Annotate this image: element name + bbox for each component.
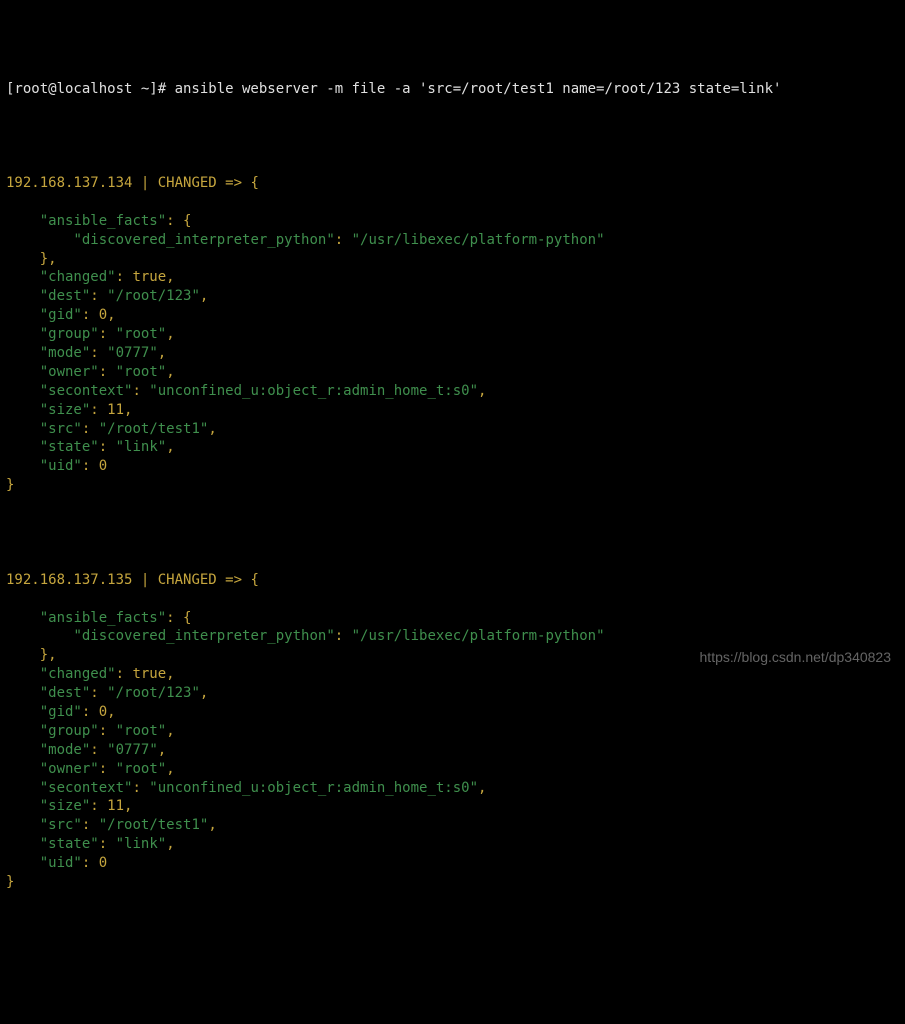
dest-val: /root/123 (116, 288, 192, 304)
interp-key: "discovered_interpreter_python" (73, 628, 334, 644)
host-result-2: 192.168.137.135 | CHANGED => { "ansible_… (6, 552, 899, 892)
host-header: 192.168.137.134 | CHANGED => { (6, 175, 259, 191)
host-result-1: 192.168.137.134 | CHANGED => { "ansible_… (6, 155, 899, 495)
interp-val: "/usr/libexec/platform-python" (352, 628, 605, 644)
gid-val: 0 (99, 307, 107, 323)
mode-val: 0777 (116, 345, 150, 361)
size-val: 11 (107, 798, 124, 814)
group-val: root (124, 723, 158, 739)
state-val: link (124, 836, 158, 852)
host-header: 192.168.137.135 | CHANGED => { (6, 572, 259, 588)
interp-val: "/usr/libexec/platform-python" (352, 232, 605, 248)
group-val: root (124, 326, 158, 342)
facts-key: "ansible_facts" (40, 213, 166, 229)
dest-val: /root/123 (116, 685, 192, 701)
gid-val: 0 (99, 704, 107, 720)
size-val: 11 (107, 402, 124, 418)
changed-val: true (132, 269, 166, 285)
src-val: /root/test1 (107, 817, 200, 833)
secontext-val: unconfined_u:object_r:admin_home_t:s0 (158, 383, 470, 399)
watermark: https://blog.csdn.net/dp340823 (700, 648, 891, 667)
owner-val: root (124, 761, 158, 777)
src-val: /root/test1 (107, 421, 200, 437)
changed-val: true (132, 666, 166, 682)
facts-key: "ansible_facts" (40, 610, 166, 626)
uid-val: 0 (99, 855, 107, 871)
state-val: link (124, 439, 158, 455)
shell-prompt[interactable]: [root@localhost ~]# ansible webserver -m… (6, 80, 899, 99)
mode-val: 0777 (116, 742, 150, 758)
interp-key: "discovered_interpreter_python" (73, 232, 334, 248)
owner-val: root (124, 364, 158, 380)
secontext-val: unconfined_u:object_r:admin_home_t:s0 (158, 780, 470, 796)
uid-val: 0 (99, 458, 107, 474)
